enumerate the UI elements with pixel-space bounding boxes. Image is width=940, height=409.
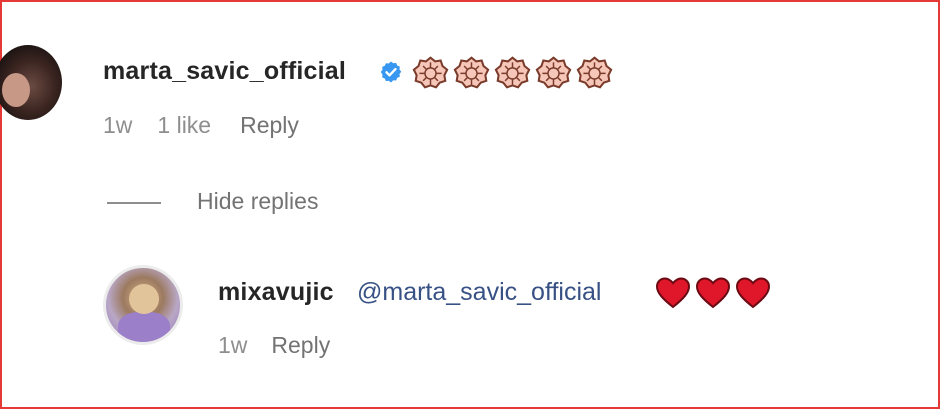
red-heart-icon <box>695 277 731 309</box>
comment-like-count[interactable]: 1 like <box>157 112 211 139</box>
replies-divider <box>107 202 161 204</box>
red-heart-icon <box>655 277 691 309</box>
reply-reply-button[interactable]: Reply <box>271 332 330 359</box>
comment-reply-button[interactable]: Reply <box>240 112 299 139</box>
flower-emoji-icon <box>453 56 490 89</box>
verified-badge-icon <box>380 61 402 83</box>
red-heart-icon <box>735 277 771 309</box>
hide-replies-button[interactable]: Hide replies <box>197 188 318 215</box>
reply-emojis <box>655 276 771 310</box>
avatar-head <box>129 284 159 314</box>
reply-username[interactable]: mixavujic <box>218 278 334 307</box>
reply-mention-link[interactable]: @marta_savic_official <box>357 278 601 307</box>
flower-emoji-icon <box>535 56 572 89</box>
comment-username[interactable]: marta_savic_official <box>103 57 346 86</box>
reply-meta: 1w Reply <box>218 332 330 359</box>
avatar-face <box>2 73 30 107</box>
comment-meta: 1w 1 like Reply <box>103 112 299 139</box>
avatar-body <box>118 312 170 342</box>
flower-emoji-icon <box>494 56 531 89</box>
avatar-mixavujic[interactable] <box>103 265 183 345</box>
reply-timestamp[interactable]: 1w <box>218 332 247 359</box>
flower-emoji-icon <box>412 56 449 89</box>
flower-emoji-icon <box>576 56 613 89</box>
comment-emojis <box>412 54 613 91</box>
comment-timestamp[interactable]: 1w <box>103 112 132 139</box>
